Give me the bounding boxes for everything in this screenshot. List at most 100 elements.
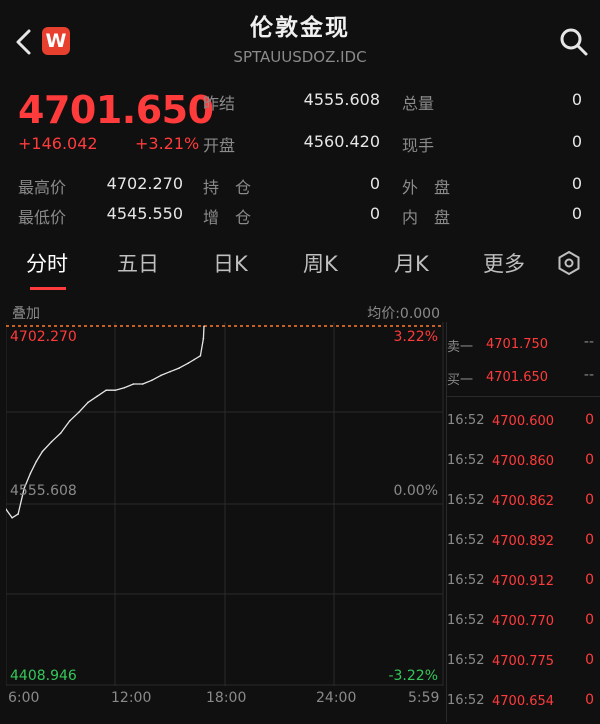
overlay-button[interactable]: 叠加 <box>12 303 40 323</box>
stat-label: 持 仓 <box>203 178 252 197</box>
stat-value: 0 <box>571 132 582 151</box>
trade-price: 4700.912 <box>492 574 555 589</box>
stat-label: 最低价 <box>18 208 67 227</box>
stat-label: 内 盘 <box>402 208 451 227</box>
ask-label: 卖一 <box>447 340 474 355</box>
price-point <box>178 367 180 369</box>
tab-more[interactable]: 更多 <box>483 248 525 278</box>
price-point <box>78 411 80 413</box>
ask-price: 4701.750 <box>486 337 549 352</box>
price-point <box>123 386 126 389</box>
settings-icon <box>558 250 580 276</box>
grid <box>6 322 444 686</box>
stat-label: 增 仓 <box>203 208 252 227</box>
tab-monthly-k[interactable]: 月K <box>394 248 429 278</box>
order-book-separator <box>447 396 600 397</box>
instrument-code: SPTAUUSDOZ.IDC <box>233 48 367 66</box>
stat-label: 外 盘 <box>402 178 451 197</box>
trade-time: 16:52 <box>447 413 485 428</box>
bid-label: 买一 <box>447 373 474 388</box>
price-point <box>203 325 205 328</box>
active-tab-indicator <box>30 287 66 290</box>
trade-price: 4700.862 <box>492 494 555 509</box>
time-tick-label: 5:59 <box>408 690 440 706</box>
price-point <box>105 389 107 391</box>
trade-volume: 0 <box>585 532 594 548</box>
price-point <box>87 401 89 404</box>
trade-price: 4700.775 <box>492 654 555 669</box>
time-tick-label: 18:00 <box>206 690 247 706</box>
trade-time: 16:52 <box>447 573 485 588</box>
tab-five-day[interactable]: 五日 <box>117 248 159 278</box>
intraday-chart[interactable]: 4702.270 4555.608 4408.946 3.22% 0.00% -… <box>6 322 444 686</box>
trade-time: 16:52 <box>447 613 485 628</box>
last-price: 4701.650 <box>18 88 214 132</box>
trade-time: 16:52 <box>447 693 485 708</box>
stat-value: 0 <box>571 204 582 223</box>
price-point <box>41 450 44 453</box>
trade-price: 4700.654 <box>492 694 555 709</box>
time-tick-label: 12:00 <box>111 690 152 706</box>
stat-value: 0 <box>369 204 380 223</box>
stat-value: 4702.270 <box>106 174 183 193</box>
trade-volume: 0 <box>585 692 594 708</box>
tab-weekly-k[interactable]: 周K <box>303 248 338 278</box>
stat-label: 总量 <box>402 94 435 113</box>
search-button[interactable] <box>558 26 590 58</box>
price-point <box>11 517 13 519</box>
price-point <box>50 440 53 443</box>
price-point <box>69 420 71 422</box>
bid-price: 4701.650 <box>486 370 549 385</box>
bid-volume: -- <box>583 367 594 383</box>
stat-value: 4560.420 <box>303 132 380 151</box>
time-tick-label: 6:00 <box>8 690 40 706</box>
page-title: 伦敦金现 <box>250 15 350 41</box>
trade-volume: 0 <box>585 492 594 508</box>
price-point <box>151 379 153 382</box>
time-tick-label: 24:00 <box>316 690 357 706</box>
price-point <box>17 513 19 515</box>
stat-value: 4545.550 <box>106 204 183 223</box>
trade-price: 4700.770 <box>492 614 555 629</box>
price-point <box>169 370 171 373</box>
price-point <box>132 383 135 385</box>
pct-axis-mid-label: 0.00% <box>394 483 438 499</box>
stat-value: 0 <box>571 174 582 193</box>
price-point <box>29 472 32 475</box>
stat-value: 0 <box>571 90 582 109</box>
trade-volume: 0 <box>585 412 594 428</box>
trade-time: 16:52 <box>447 493 485 508</box>
price-point <box>59 432 62 434</box>
trade-volume: 0 <box>585 652 594 668</box>
price-point <box>187 362 189 364</box>
price-change: +146.042 <box>18 134 98 153</box>
tab-intraday[interactable]: 分时 <box>26 248 68 278</box>
trade-volume: 0 <box>585 452 594 468</box>
price-point <box>96 395 98 398</box>
chart-settings-button[interactable] <box>556 250 582 276</box>
stat-value: 4555.608 <box>303 90 380 109</box>
y-axis-mid-label: 4555.608 <box>10 483 77 499</box>
trade-volume: 0 <box>585 612 594 628</box>
trade-time: 16:52 <box>447 533 485 548</box>
price-point <box>114 389 117 391</box>
price-point <box>202 337 205 340</box>
price-point <box>193 358 196 361</box>
pct-axis-bottom-label: -3.22% <box>388 668 438 684</box>
pct-axis-top-label: 3.22% <box>394 329 438 345</box>
trade-price: 4700.860 <box>492 454 555 469</box>
tab-daily-k[interactable]: 日K <box>213 248 248 278</box>
trade-time: 16:52 <box>447 453 485 468</box>
price-point <box>160 374 162 377</box>
stat-label: 昨结 <box>203 94 236 113</box>
period-tabs: 分时 五日 日K 周K 月K 更多 <box>0 240 600 290</box>
price-point <box>199 355 202 357</box>
trade-time: 16:52 <box>447 653 485 668</box>
price-change-percent: +3.21% <box>135 134 200 153</box>
stat-label: 开盘 <box>203 136 236 155</box>
trade-price: 4700.600 <box>492 414 555 429</box>
stat-value: 0 <box>369 174 380 193</box>
stat-label: 现手 <box>402 136 435 155</box>
stat-label: 最高价 <box>18 178 67 197</box>
ask-volume: -- <box>583 334 594 350</box>
